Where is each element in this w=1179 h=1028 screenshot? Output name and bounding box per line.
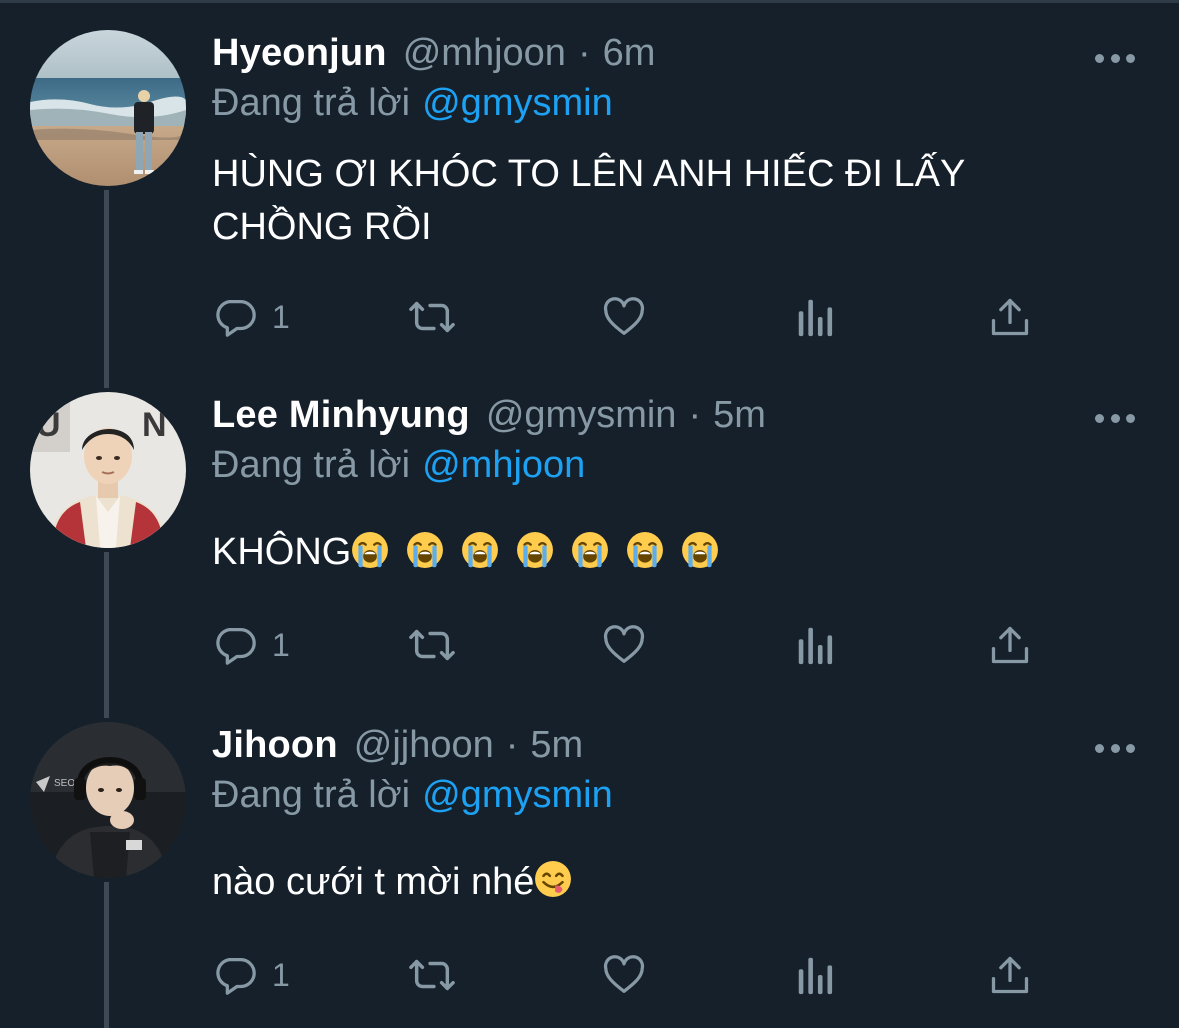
replying-to: Đang trả lời @gmysmin (212, 82, 613, 125)
display-name[interactable]: Hyeonjun (212, 32, 387, 75)
tweet-header: Lee Minhyung @gmysmin · 5m (212, 394, 766, 444)
retweet-button[interactable] (404, 615, 460, 675)
separator: · (505, 724, 519, 766)
emoji-row (351, 531, 719, 573)
reply-button[interactable]: 1 (212, 287, 290, 347)
loudly-crying-face-emoji (572, 532, 609, 568)
like-button[interactable] (600, 945, 648, 1005)
heart-icon (603, 297, 645, 335)
user-handle[interactable]: @mhjoon (403, 32, 566, 75)
replying-to: Đang trả lời @gmysmin (212, 774, 613, 817)
replying-to: Đang trả lời @mhjoon (212, 444, 585, 487)
retweet-button[interactable] (404, 287, 460, 347)
loudly-crying-face-emoji (517, 532, 554, 568)
display-name[interactable]: Jihoon (212, 724, 338, 767)
reply-count: 1 (272, 956, 290, 993)
tweet-actions: 1 (212, 945, 1062, 1005)
timestamp[interactable]: 5m (530, 724, 583, 767)
retweet-button[interactable] (404, 945, 460, 1005)
share-button[interactable] (988, 615, 1032, 675)
reply-prefix: Đang trả lời (212, 82, 411, 124)
tweet-text: KHÔNG (212, 526, 1112, 579)
reply-icon (216, 958, 256, 995)
avatar[interactable]: U N (30, 392, 186, 548)
reply-handle-link[interactable]: @mhjoon (422, 444, 585, 486)
heart-icon (603, 625, 645, 663)
reply-prefix: Đang trả lời (212, 774, 411, 816)
retweet-icon (409, 959, 455, 991)
analytics-icon (798, 627, 833, 665)
loudly-crying-face-emoji (682, 532, 719, 568)
loudly-crying-face-emoji (407, 532, 444, 568)
share-icon (991, 956, 1029, 994)
loudly-crying-face-emoji (462, 532, 499, 568)
tweet-text-line: CHỒNG RỒI (212, 206, 432, 248)
tweet-actions: 1 (212, 287, 1062, 347)
separator: · (577, 32, 591, 74)
svg-text:U: U (36, 406, 61, 444)
share-icon (991, 626, 1029, 664)
analytics-icon (798, 299, 833, 337)
analytics-button[interactable] (796, 615, 836, 675)
avatar[interactable]: SEOR (30, 722, 186, 878)
like-button[interactable] (600, 287, 648, 347)
avatar[interactable] (30, 30, 186, 186)
user-handle[interactable]: @jjhoon (354, 724, 494, 767)
more-icon[interactable] (1095, 48, 1135, 68)
reply-button[interactable]: 1 (212, 615, 290, 675)
share-button[interactable] (988, 287, 1032, 347)
reply-count: 1 (272, 626, 290, 663)
share-button[interactable] (988, 945, 1032, 1005)
analytics-icon (798, 957, 833, 995)
reply-button[interactable]: 1 (212, 945, 290, 1005)
user-handle[interactable]: @gmysmin (486, 394, 677, 437)
tweet-text-line: HÙNG ƠI KHÓC TO LÊN ANH HIẾC ĐI LẤY (212, 153, 966, 195)
loudly-crying-face-emoji (627, 532, 664, 568)
more-icon[interactable] (1095, 738, 1135, 758)
top-divider (0, 0, 1179, 3)
tweet-text: HÙNG ƠI KHÓC TO LÊN ANH HIẾC ĐI LẤY CHỒN… (212, 148, 1112, 254)
heart-icon (603, 955, 645, 993)
reply-icon (216, 300, 256, 337)
display-name[interactable]: Lee Minhyung (212, 394, 470, 437)
analytics-button[interactable] (796, 287, 836, 347)
reply-prefix: Đang trả lời (212, 444, 411, 486)
reply-count: 1 (272, 298, 290, 335)
reply-handle-link[interactable]: @gmysmin (422, 774, 613, 816)
share-icon (991, 298, 1029, 336)
like-button[interactable] (600, 615, 648, 675)
tweet[interactable]: SEOR Jihoon @jjhoon · 5m Đang trả lời @gm… (0, 722, 1179, 1022)
svg-text:N: N (142, 406, 167, 444)
face-savoring-food-emoji (535, 861, 572, 897)
more-icon[interactable] (1095, 408, 1135, 428)
retweet-icon (409, 629, 455, 661)
tweet-header: Hyeonjun @mhjoon · 6m (212, 32, 655, 82)
retweet-icon (409, 301, 455, 333)
timestamp[interactable]: 5m (713, 394, 766, 437)
reply-icon (216, 628, 256, 665)
tweet-actions: 1 (212, 615, 1062, 675)
timestamp[interactable]: 6m (603, 32, 656, 75)
tweet[interactable]: Hyeonjun @mhjoon · 6m Đang trả lời @gmysm… (0, 30, 1179, 360)
analytics-button[interactable] (796, 945, 836, 1005)
tweet-header: Jihoon @jjhoon · 5m (212, 724, 583, 774)
separator: · (688, 394, 702, 436)
tweet-text: nào cưới t mời nhé (212, 856, 1112, 909)
loudly-crying-face-emoji (352, 532, 389, 568)
tweet-text-content: nào cưới t mời nhé (212, 861, 535, 903)
tweet[interactable]: U N Lee Minhyung @gmysmin · 5m Đang trả … (0, 392, 1179, 692)
tweet-text-content: KHÔNG (212, 531, 352, 573)
reply-handle-link[interactable]: @gmysmin (422, 82, 613, 124)
